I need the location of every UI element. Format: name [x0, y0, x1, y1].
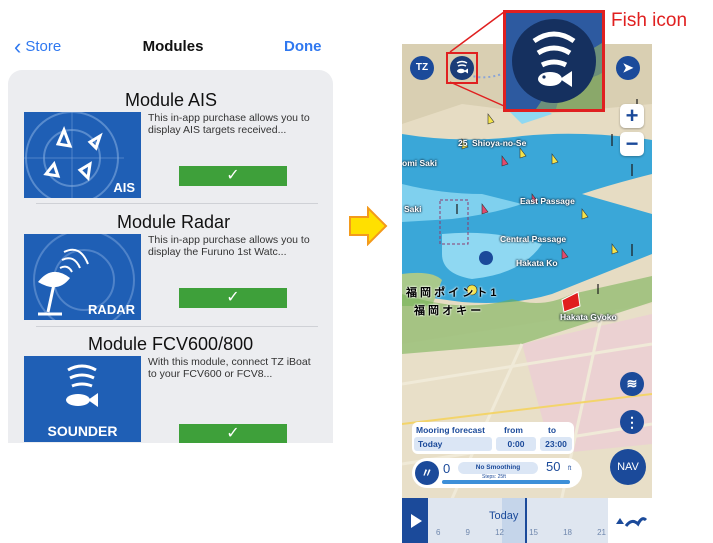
forecast-to-label: to: [548, 425, 557, 435]
timeline-hour: 15: [529, 528, 538, 537]
map-label-shioya: Shioya-no-Se: [472, 138, 527, 148]
map-label-depth: 25: [458, 138, 468, 148]
purchased-button[interactable]: ✓: [179, 166, 287, 186]
timeline-hour: 9: [465, 528, 470, 537]
right-arrow-icon: [349, 206, 388, 246]
module-description: This in-app purchase allows you to displ…: [148, 112, 310, 136]
purchased-button[interactable]: ✓: [179, 288, 287, 308]
location-arrow-icon[interactable]: ➤: [616, 56, 640, 80]
more-options-icon[interactable]: ⋮: [620, 410, 644, 434]
tz-menu-button[interactable]: TZ: [410, 56, 434, 80]
play-button[interactable]: [402, 498, 428, 543]
purchased-button[interactable]: ✓: [179, 424, 287, 443]
module-thumbnail: RADAR: [24, 234, 141, 320]
layers-icon[interactable]: ≋: [620, 372, 644, 396]
timeline-day: Today: [489, 510, 519, 522]
chevron-left-icon: ‹: [14, 33, 22, 59]
nav-button[interactable]: NAV: [610, 449, 646, 485]
forecast-from-label: from: [504, 425, 523, 435]
chart-map-screen: Shioya-no-Se 25 omi Saki East Passage Sa…: [402, 44, 652, 543]
module-title: Module FCV600/800: [88, 334, 254, 354]
timeline-hour: 6: [436, 528, 441, 537]
fish-icon-label: Fish icon: [611, 10, 688, 31]
module-thumbnail: SOUNDER: [24, 356, 141, 442]
map-label-fukuoka-oki: 福 岡 オ キ ー: [414, 305, 482, 317]
zoom-out-button[interactable]: −: [620, 132, 644, 156]
divider: [36, 326, 318, 327]
map-label-saki: Saki: [404, 204, 422, 214]
map-label-east-passage: East Passage: [520, 196, 575, 206]
mooring-forecast-panel: Mooring forecast from to Today 0:00 23:0…: [412, 422, 574, 454]
smoothing-slider[interactable]: [442, 480, 570, 484]
timeline-hour: 18: [563, 528, 572, 537]
map-label-hakata-ko: Hakata Ko: [516, 258, 558, 268]
timeline-hour: 21: [597, 528, 606, 537]
thumbnail-label: SOUNDER: [47, 423, 118, 439]
module-card-ais: Module AIS AIS This in-app purchase allo…: [24, 90, 318, 198]
smoothing-label: No Smoothing: [458, 462, 538, 474]
forecast-day-select[interactable]: Today: [414, 437, 492, 451]
map-label-omi-saki: omi Saki: [402, 158, 437, 168]
timeline-hour: 12: [495, 528, 504, 537]
forecast-timeline[interactable]: Today 6 9 12 15 18 21: [402, 498, 652, 543]
module-title: Module Radar: [117, 212, 231, 232]
forecast-to-time[interactable]: 23:00: [540, 437, 572, 451]
fish-icon: [506, 13, 602, 109]
module-card-radar: Module Radar RADAR This in-app purchase …: [24, 212, 318, 320]
back-label: Store: [25, 38, 62, 55]
module-description: This in-app purchase allows you to displ…: [148, 234, 310, 258]
store-modules-screen: ‹ Store Modules Done Module AIS AIS This…: [0, 0, 347, 543]
depth-smoothing-control: 〃 0 No Smoothing Steps: 25ft 50 ft: [412, 458, 582, 488]
divider: [36, 203, 318, 204]
smoothing-min: 0: [443, 461, 451, 476]
module-card-fcv: Module FCV600/800 SOUNDER With this modu…: [24, 334, 318, 443]
thumbnail-label: AIS: [113, 180, 135, 195]
smoothing-unit: ft: [568, 466, 572, 472]
done-button[interactable]: Done: [284, 38, 322, 55]
map-label-fukuoka-point-1: 福 岡 ポ イ ン ト 1: [406, 287, 497, 299]
map-label-central-passage: Central Passage: [500, 234, 567, 244]
fish-icon-zoom-inset: [503, 10, 605, 112]
store-navigation-bar: ‹ Store Modules Done: [0, 33, 335, 62]
timeline-hours: 6 9 12 15 18 21: [436, 528, 606, 537]
sounder-palette-icon[interactable]: 〃: [415, 461, 439, 485]
forecast-from-time[interactable]: 0:00: [496, 437, 536, 451]
map-label-hakata-gyoko: Hakata Gyoko: [560, 312, 617, 322]
module-list: Module AIS AIS This in-app purchase allo…: [8, 70, 333, 443]
page-title: Modules: [142, 38, 204, 55]
module-description: With this module, connect TZ iBoat to yo…: [148, 356, 311, 380]
tide-icon[interactable]: [608, 498, 652, 543]
forecast-title: Mooring forecast: [416, 425, 485, 435]
callout-connector: [449, 11, 505, 107]
smoothing-slider-fill: [442, 480, 570, 484]
module-thumbnail: AIS: [24, 112, 141, 198]
thumbnail-label: RADAR: [88, 302, 135, 317]
wave-glyph: [616, 517, 648, 527]
zoom-in-button[interactable]: +: [620, 104, 644, 128]
back-to-store-button[interactable]: ‹ Store: [14, 33, 62, 59]
smoothing-max: 50: [546, 459, 561, 474]
module-title: Module AIS: [125, 90, 218, 110]
